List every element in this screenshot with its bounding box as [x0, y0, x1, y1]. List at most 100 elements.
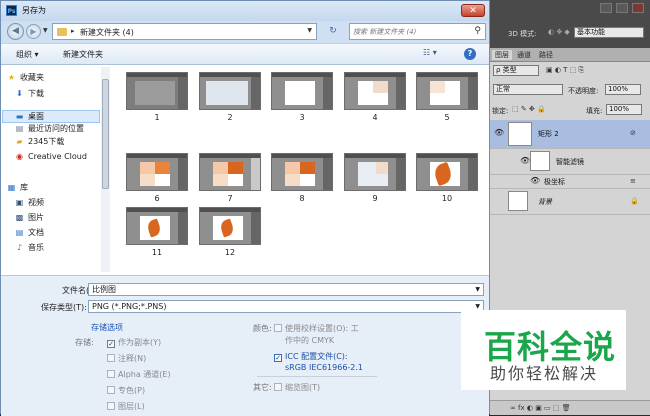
file-thumbnail[interactable]: 11 [126, 207, 190, 257]
eye-icon[interactable]: 👁 [494, 128, 504, 137]
forward-button[interactable]: ▶ [26, 24, 41, 39]
icc-profile-checkbox[interactable]: ✓ ICC 配置文件(C): [274, 351, 348, 362]
sidebar-item-documents[interactable]: ▤ 文档 [14, 226, 44, 239]
sidebar-item-pictures[interactable]: ▩ 图片 [14, 211, 44, 224]
view-options-button[interactable]: ☷ ▾ [423, 48, 437, 57]
file-thumbnail[interactable]: 8 [271, 153, 335, 203]
3d-tool-icons[interactable]: ◐ ✥ ◆ [548, 28, 570, 36]
creative-cloud-icon: ◉ [16, 152, 23, 161]
sidebar-item-downloads[interactable]: ⬇ 下载 [14, 87, 44, 100]
layer-row-selected[interactable]: 👁 矩形 2 ⊘ [490, 120, 650, 149]
minimize-button[interactable] [600, 3, 612, 13]
search-input[interactable] [353, 26, 463, 37]
filter-options-icon[interactable]: ≡ [630, 177, 636, 185]
close-icon[interactable] [632, 3, 644, 13]
opacity-input[interactable]: 100% [605, 84, 641, 95]
sidebar-item-favorites[interactable]: ★ 收藏夹 [6, 71, 44, 84]
address-path: 新建文件夹 (4) [80, 28, 134, 37]
checkbox-box [274, 383, 282, 391]
lock-icons[interactable]: ⬚ ✎ ✥ 🔒 [512, 105, 546, 113]
thumbnail-image [344, 72, 406, 110]
scrollbar-thumb[interactable] [102, 79, 109, 189]
sidebar-item-label: 下载 [28, 89, 44, 98]
sidebar-item-creative-cloud[interactable]: ◉ Creative Cloud [14, 150, 87, 163]
sidebar-item-2345[interactable]: ▰ 2345下载 [14, 135, 64, 148]
file-name: 10 [441, 194, 453, 203]
file-thumbnail[interactable]: 4 [344, 72, 408, 122]
filename-field[interactable]: 比例图 ▼ [88, 283, 484, 296]
filter-icons[interactable]: ▣ ◐ T ⬚ ⎘ [546, 66, 584, 75]
fill-input[interactable]: 100% [606, 104, 642, 115]
layer-name: 背景 [538, 198, 552, 206]
spot-checkbox[interactable]: 专色(P) [107, 385, 145, 396]
color-label: 颜色: [253, 324, 272, 333]
organize-button[interactable]: 组织 ▾ [16, 49, 39, 60]
panel-footer-icons[interactable]: ∞ fx ◐ ▣ ▭ ⬚ 🗑 [510, 404, 571, 412]
back-button[interactable]: ◀ [7, 23, 24, 40]
spot-label: 专色(P) [118, 386, 146, 395]
workspace-select[interactable]: 基本功能 [574, 27, 644, 38]
eye-icon[interactable]: 👁 [520, 156, 530, 165]
icc-profile-value: sRGB IEC61966-2.1 [285, 363, 364, 372]
checkbox-box [107, 386, 115, 394]
file-thumbnail[interactable]: 3 [271, 72, 335, 122]
sidebar-scrollbar[interactable] [101, 67, 110, 272]
file-name: 7 [227, 194, 233, 203]
layer-thumbnail [508, 191, 528, 211]
new-folder-button[interactable]: 新建文件夹 [63, 49, 103, 60]
sidebar-item-videos[interactable]: ▣ 视频 [14, 196, 44, 209]
layers-checkbox[interactable]: 图层(L) [107, 401, 145, 412]
file-thumbnail[interactable]: 12 [199, 207, 263, 257]
recent-pages-dropdown-icon[interactable]: ▼ [43, 27, 48, 34]
tab-paths[interactable]: 路径 [536, 50, 556, 60]
notes-checkbox[interactable]: 注释(N) [107, 353, 146, 364]
file-thumbnail[interactable]: 1 [126, 72, 190, 122]
filetype-select[interactable]: PNG (*.PNG;*.PNS) ▼ [88, 300, 484, 313]
file-thumbnail[interactable]: 5 [416, 72, 480, 122]
lock-label: 锁定: [492, 107, 509, 115]
proof-setup-checkbox[interactable]: 使用校样设置(O): 工 [274, 323, 359, 334]
picture-library-icon: ▩ [15, 213, 24, 222]
search-icon[interactable]: ⚲ [474, 26, 481, 36]
as-copy-checkbox[interactable]: ✓ 作为副本(Y) [107, 337, 161, 348]
sidebar-item-library[interactable]: ▦ 库 [6, 181, 28, 194]
thumbnail-image [271, 72, 333, 110]
title-bar: Ps 另存为 ✕ [1, 1, 489, 21]
blend-mode-value: 正常 [496, 85, 510, 93]
video-library-icon: ▣ [15, 198, 24, 207]
close-button[interactable]: ✕ [461, 4, 485, 17]
file-thumbnail[interactable]: 10 [416, 153, 480, 203]
alpha-label: Alpha 通道(E) [118, 370, 171, 379]
tab-channels[interactable]: 通道 [514, 50, 534, 60]
file-thumbnail[interactable]: 6 [126, 153, 190, 203]
thumbnail-checkbox[interactable]: 缩览图(T) [274, 382, 320, 393]
alpha-checkbox[interactable]: Alpha 通道(E) [107, 369, 171, 380]
refresh-button[interactable]: ↻ [322, 24, 344, 39]
layer-thumbnail [530, 151, 550, 171]
chevron-right-icon[interactable]: ▸ [71, 27, 75, 35]
address-bar[interactable]: ▸ 新建文件夹 (4) ▼ [52, 23, 317, 40]
chevron-down-icon[interactable]: ▼ [475, 284, 480, 295]
layer-row[interactable]: 👁 极坐标 ≡ [490, 174, 650, 189]
eye-icon[interactable]: 👁 [530, 176, 540, 185]
notes-label: 注释(N) [118, 354, 147, 363]
maximize-button[interactable] [616, 3, 628, 13]
chevron-down-icon[interactable]: ▼ [307, 27, 312, 34]
layer-row[interactable]: 背景 🔒 [490, 188, 650, 215]
layer-name: 矩形 2 [538, 130, 559, 138]
thumbnail-image [126, 207, 188, 245]
file-thumbnail[interactable]: 7 [199, 153, 263, 203]
sidebar-item-music[interactable]: ♪ 音乐 [14, 241, 44, 254]
layer-filter-select[interactable]: ρ 类型 [493, 65, 539, 76]
file-thumbnail[interactable]: 2 [199, 72, 263, 122]
filetype-label: 保存类型(T): [41, 303, 87, 312]
layer-row[interactable]: 👁 智能滤镜 [490, 148, 650, 175]
help-icon[interactable]: ? [464, 48, 476, 60]
blend-mode-select[interactable]: 正常 [493, 84, 563, 95]
tab-layers[interactable]: 图层 [492, 50, 512, 60]
file-thumbnail[interactable]: 9 [344, 153, 408, 203]
sidebar-item-recent[interactable]: ▤ 最近访问的位置 [14, 122, 84, 135]
sidebar-item-label: 文档 [28, 228, 44, 237]
opacity-value: 100% [608, 85, 629, 93]
search-box[interactable]: ⚲ [349, 23, 486, 40]
